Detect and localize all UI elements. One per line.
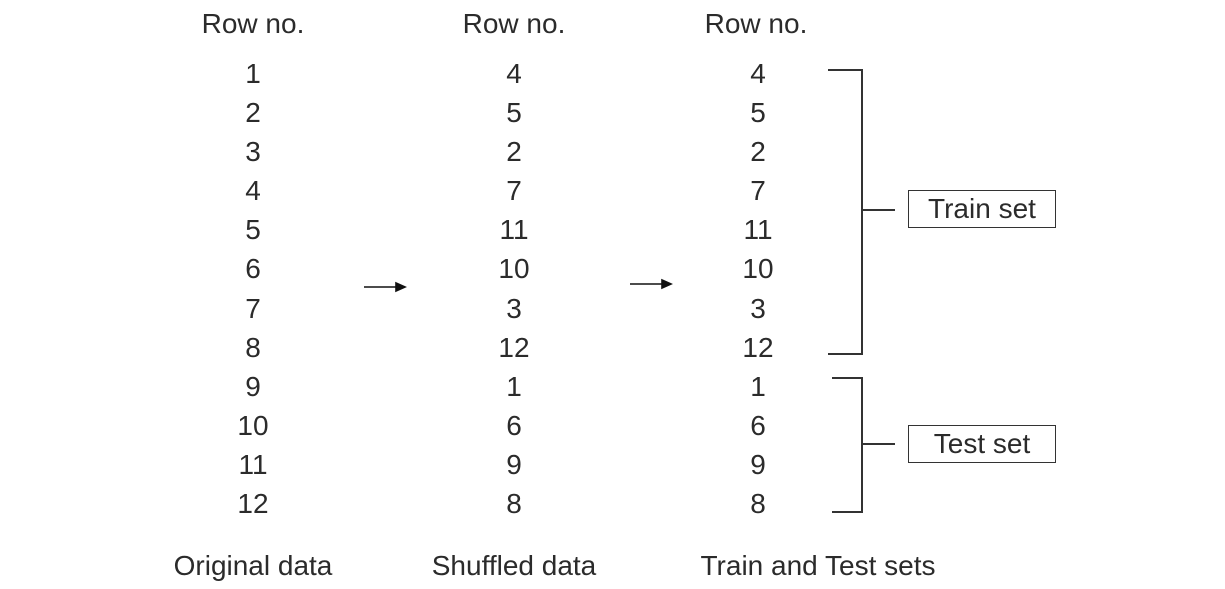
test-set-label: Test set bbox=[908, 425, 1056, 463]
test-bracket bbox=[832, 377, 895, 513]
arrow-icon bbox=[364, 281, 407, 293]
train-set-label: Train set bbox=[908, 190, 1056, 228]
connectors bbox=[364, 69, 895, 513]
arrow-icon bbox=[630, 278, 673, 290]
train-bracket bbox=[828, 69, 895, 355]
